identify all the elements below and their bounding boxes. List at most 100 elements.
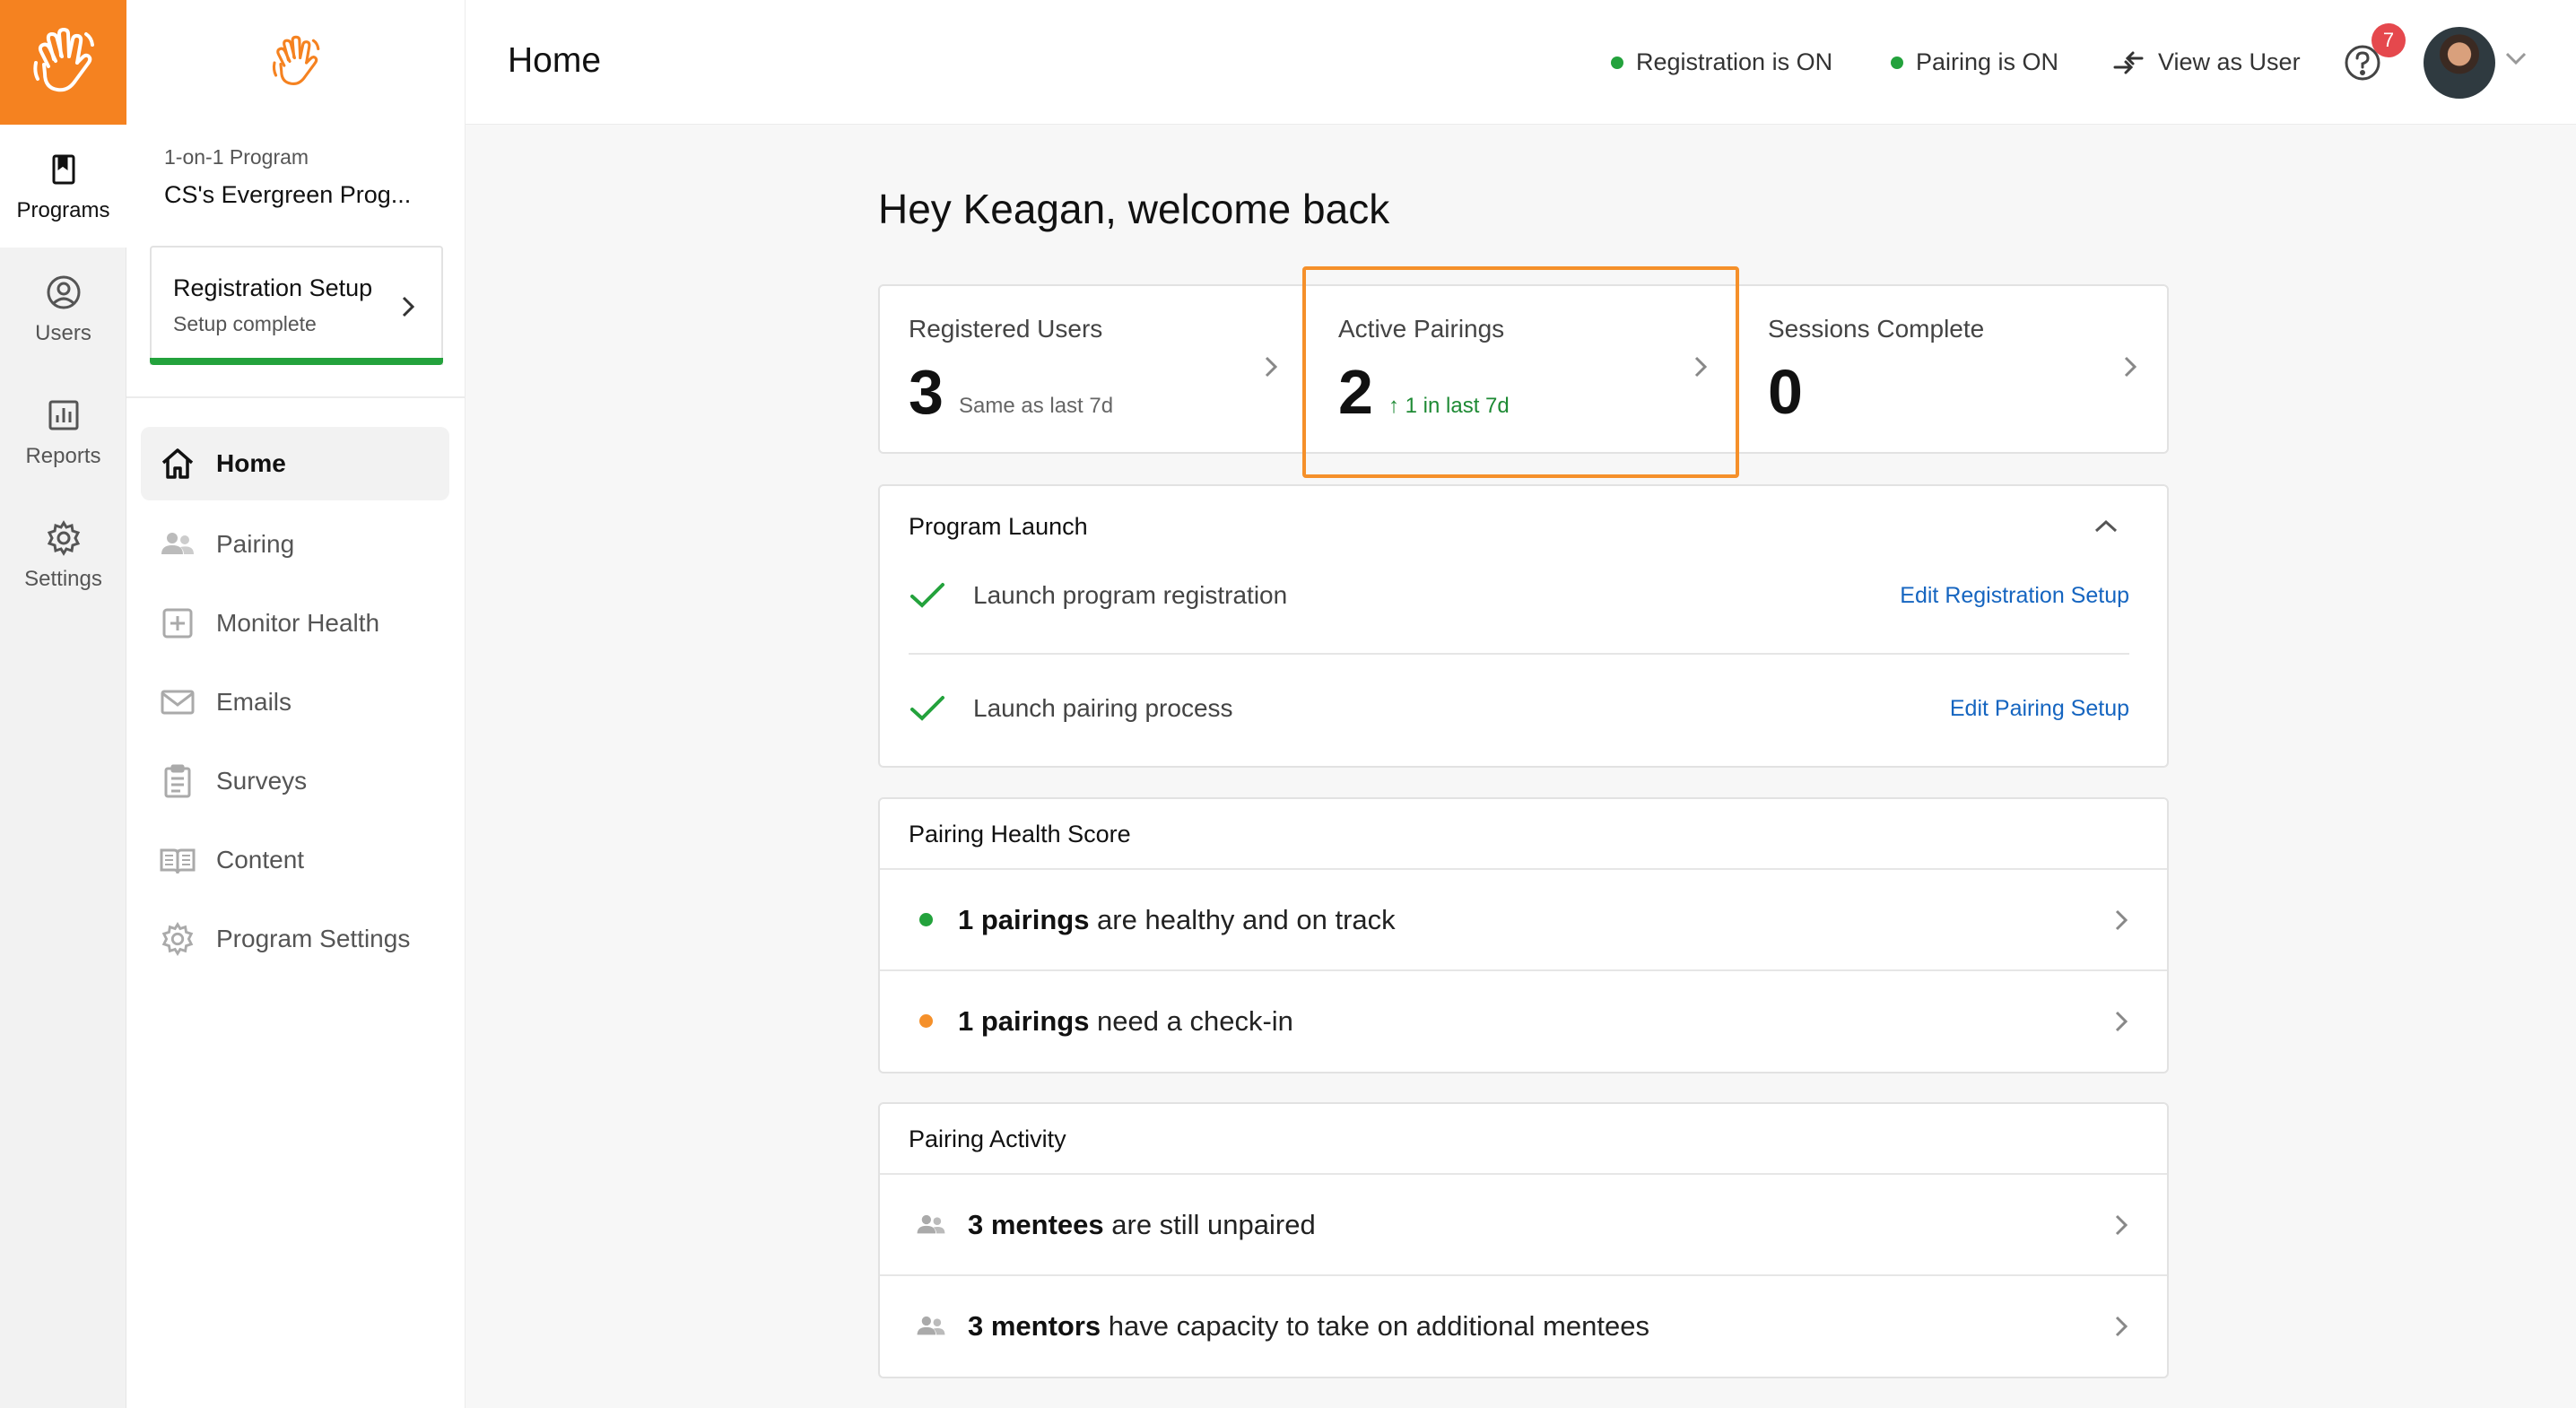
icon-rail: Programs Users Reports Settings xyxy=(0,0,126,1408)
pairing-status[interactable]: Pairing is ON xyxy=(1891,48,2058,76)
rail-item-settings[interactable]: Settings xyxy=(0,493,126,616)
activity-row-mentees[interactable]: 3 mentees are still unpaired xyxy=(880,1173,2167,1274)
launch-step-label: Launch program registration xyxy=(973,581,1288,609)
sidebar-item-label: Home xyxy=(216,449,286,477)
stats-bar: Registered Users 3 Same as last 7d Activ… xyxy=(878,284,2169,454)
chevron-right-icon xyxy=(2115,909,2128,930)
sidebar-item-label: Content xyxy=(216,846,305,873)
pairing-activity-title: Pairing Activity xyxy=(909,1126,1066,1152)
registration-setup-title: Registration Setup xyxy=(173,274,373,301)
program-type: 1-on-1 Program xyxy=(164,145,309,169)
sidebar-item-content[interactable]: Content xyxy=(141,823,449,897)
stat-label: Active Pairings xyxy=(1338,315,1505,343)
health-row-text: 1 pairings need a check-in xyxy=(958,1005,1293,1038)
clipboard-icon xyxy=(164,764,191,798)
health-row-healthy[interactable]: 1 pairings are healthy and on track xyxy=(880,868,2167,969)
waving-hand-icon xyxy=(272,35,319,85)
gear-icon xyxy=(161,921,194,957)
people-icon xyxy=(917,1316,945,1334)
activity-row-mentors[interactable]: 3 mentors have capacity to take on addit… xyxy=(880,1274,2167,1376)
home-icon xyxy=(161,448,194,479)
envelope-icon xyxy=(161,690,195,715)
status-dot xyxy=(1891,56,1903,69)
sidebar-item-label: Pairing xyxy=(216,530,295,558)
registration-status[interactable]: Registration is ON xyxy=(1611,48,1832,76)
health-description: are healthy and on track xyxy=(1089,903,1396,935)
program-launch-card: Program Launch Launch program registrati… xyxy=(878,484,2169,768)
stat-trend: Same as last 7d xyxy=(959,394,1114,418)
stat-trend: ↑ 1 in last 7d xyxy=(1388,394,1510,418)
registration-setup-card[interactable]: Registration Setup Setup complete xyxy=(150,246,443,365)
chevron-right-icon xyxy=(402,296,415,317)
page-title: Home xyxy=(508,41,602,80)
registration-status-label: Registration is ON xyxy=(1636,48,1833,75)
launch-step-registration: Launch program registration Edit Registr… xyxy=(909,569,2129,622)
stat-sessions-complete[interactable]: Sessions Complete 0 xyxy=(1739,286,2169,452)
launch-step-pairing: Launch pairing process Edit Pairing Setu… xyxy=(909,682,2129,735)
bar-chart-icon xyxy=(48,400,78,430)
activity-row-text: 3 mentors have capacity to take on addit… xyxy=(968,1310,1649,1343)
activity-count: 3 mentees xyxy=(968,1208,1104,1240)
rail-item-reports[interactable]: Reports xyxy=(0,370,126,493)
sidebar-item-label: Monitor Health xyxy=(216,609,380,637)
rail-item-programs[interactable]: Programs xyxy=(0,125,126,248)
checkmark-icon xyxy=(910,696,944,721)
stat-active-pairings[interactable]: Active Pairings 2 ↑ 1 in last 7d xyxy=(1310,286,1739,452)
app-logo[interactable] xyxy=(0,0,126,125)
welcome-heading: Hey Keagan, welcome back xyxy=(878,186,1390,232)
activity-count: 3 mentors xyxy=(968,1309,1101,1342)
stat-label: Registered Users xyxy=(909,315,1103,343)
health-row-check-in[interactable]: 1 pairings need a check-in xyxy=(880,969,2167,1071)
sidebar-item-monitor-health[interactable]: Monitor Health xyxy=(141,587,449,660)
activity-row-text: 3 mentees are still unpaired xyxy=(968,1209,1316,1241)
chevron-right-icon xyxy=(2115,1011,2128,1031)
edit-registration-setup-link[interactable]: Edit Registration Setup xyxy=(1900,583,2129,609)
sidebar-item-pairing[interactable]: Pairing xyxy=(141,508,449,581)
sidebar-item-emails[interactable]: Emails xyxy=(141,665,449,739)
health-count: 1 pairings xyxy=(958,903,1090,935)
chevron-right-icon xyxy=(2115,1316,2128,1336)
people-icon xyxy=(917,1214,945,1233)
chevron-right-icon xyxy=(2124,356,2137,378)
rail-label: Settings xyxy=(24,566,102,591)
sidebar-item-label: Program Settings xyxy=(216,925,411,952)
sidebar-divider xyxy=(126,396,465,398)
pairing-health-title: Pairing Health Score xyxy=(909,821,1131,847)
pairing-activity-card: Pairing Activity 3 mentees are still unp… xyxy=(878,1102,2169,1378)
rail-label: Reports xyxy=(25,443,101,468)
edit-pairing-setup-link[interactable]: Edit Pairing Setup xyxy=(1950,696,2129,722)
switch-arrows-icon xyxy=(2113,51,2144,74)
pairing-status-label: Pairing is ON xyxy=(1916,48,2059,75)
bookmark-icon xyxy=(52,154,74,184)
chevron-right-icon xyxy=(1265,356,1278,378)
chevron-down-icon[interactable] xyxy=(2504,50,2528,66)
view-as-user-button[interactable]: View as User xyxy=(2111,48,2301,76)
health-count: 1 pairings xyxy=(958,1004,1090,1037)
rail-item-users[interactable]: Users xyxy=(0,248,126,370)
pairing-health-card: Pairing Health Score 1 pairings are heal… xyxy=(878,797,2169,1073)
health-row-text: 1 pairings are healthy and on track xyxy=(958,904,1396,936)
sidebar-item-label: Emails xyxy=(216,688,292,716)
health-description: need a check-in xyxy=(1089,1004,1293,1037)
activity-description: are still unpaired xyxy=(1103,1208,1316,1240)
activity-description: have capacity to take on additional ment… xyxy=(1101,1309,1649,1342)
chevron-right-icon xyxy=(2115,1214,2128,1235)
sidebar-item-label: Surveys xyxy=(216,767,308,795)
program-launch-title: Program Launch xyxy=(909,513,1088,540)
health-plus-icon xyxy=(162,608,193,639)
stat-value: 3 xyxy=(909,357,944,427)
avatar[interactable] xyxy=(2424,27,2495,99)
launch-step-label: Launch pairing process xyxy=(973,694,1233,722)
program-sidebar: 1-on-1 Program CS's Evergreen Prog... Re… xyxy=(126,0,466,1408)
rail-label: Users xyxy=(35,320,91,345)
sidebar-item-program-settings[interactable]: Program Settings xyxy=(141,902,449,976)
stat-value: 2 xyxy=(1338,357,1373,427)
sidebar-item-surveys[interactable]: Surveys xyxy=(141,744,449,818)
stat-registered-users[interactable]: Registered Users 3 Same as last 7d xyxy=(880,286,1310,452)
view-as-user-label: View as User xyxy=(2158,48,2301,75)
stat-label: Sessions Complete xyxy=(1768,315,1985,343)
chevron-up-icon[interactable] xyxy=(2093,518,2119,535)
sidebar-item-home[interactable]: Home xyxy=(141,427,449,500)
registration-setup-status: Setup complete xyxy=(173,312,317,335)
healthy-status-dot xyxy=(919,913,933,926)
